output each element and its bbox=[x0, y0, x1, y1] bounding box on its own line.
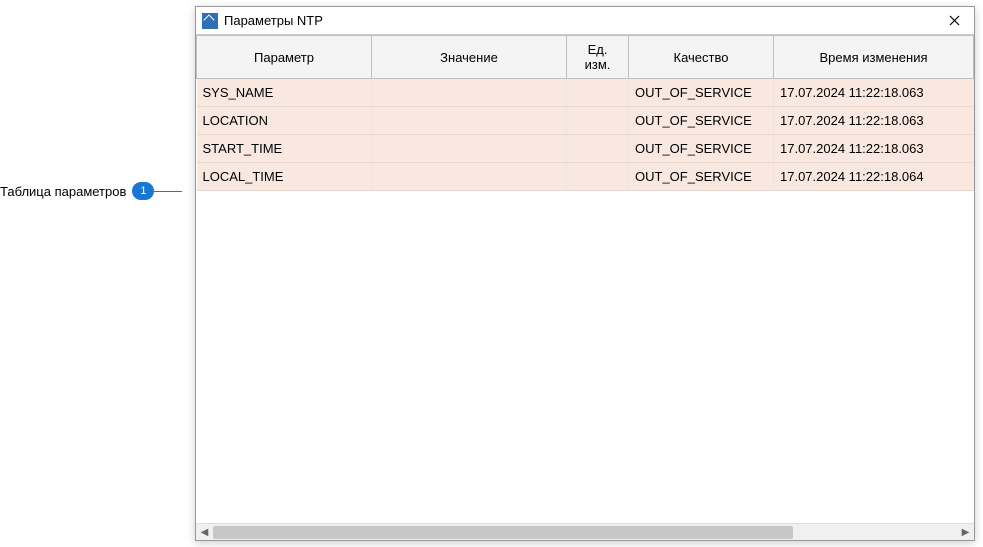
cell-param: LOCATION bbox=[197, 107, 372, 135]
cell-time: 17.07.2024 11:22:18.063 bbox=[774, 79, 974, 107]
cell-time: 17.07.2024 11:22:18.063 bbox=[774, 135, 974, 163]
scrollbar-track[interactable] bbox=[213, 524, 957, 540]
annotation-callout: Таблица параметров 1 bbox=[0, 182, 182, 200]
scroll-left-arrow-icon[interactable]: ◀ bbox=[196, 524, 213, 540]
cell-value bbox=[372, 79, 567, 107]
cell-unit bbox=[567, 135, 629, 163]
parameters-table: Параметр Значение Ед. изм. Качество Врем… bbox=[196, 35, 974, 191]
annotation-label: Таблица параметров bbox=[0, 184, 126, 199]
cell-value bbox=[372, 163, 567, 191]
cell-quality: OUT_OF_SERVICE bbox=[629, 135, 774, 163]
table-header-row: Параметр Значение Ед. изм. Качество Врем… bbox=[197, 36, 974, 79]
cell-param: START_TIME bbox=[197, 135, 372, 163]
close-button[interactable] bbox=[934, 7, 974, 34]
scrollbar-thumb[interactable] bbox=[213, 526, 793, 539]
cell-unit bbox=[567, 79, 629, 107]
table-row[interactable]: SYS_NAME OUT_OF_SERVICE17.07.2024 11:22:1… bbox=[197, 79, 974, 107]
col-header-time[interactable]: Время изменения bbox=[774, 36, 974, 79]
annotation-badge: 1 bbox=[132, 182, 154, 200]
cell-time: 17.07.2024 11:22:18.064 bbox=[774, 163, 974, 191]
ntp-parameters-window: Параметры NTP Параметр Значение Ед. изм.… bbox=[195, 6, 975, 541]
table-row[interactable]: LOCAL_TIME OUT_OF_SERVICE17.07.2024 11:22… bbox=[197, 163, 974, 191]
titlebar[interactable]: Параметры NTP bbox=[196, 7, 974, 35]
col-header-quality[interactable]: Качество bbox=[629, 36, 774, 79]
close-icon bbox=[949, 15, 960, 26]
col-header-value[interactable]: Значение bbox=[372, 36, 567, 79]
table-empty-area bbox=[196, 191, 974, 523]
scroll-right-arrow-icon[interactable]: ▶ bbox=[957, 524, 974, 540]
cell-value bbox=[372, 135, 567, 163]
cell-unit bbox=[567, 107, 629, 135]
cell-quality: OUT_OF_SERVICE bbox=[629, 163, 774, 191]
parameters-table-wrap: Параметр Значение Ед. изм. Качество Врем… bbox=[196, 35, 974, 540]
cell-quality: OUT_OF_SERVICE bbox=[629, 79, 774, 107]
cell-param: SYS_NAME bbox=[197, 79, 372, 107]
col-header-param[interactable]: Параметр bbox=[197, 36, 372, 79]
horizontal-scrollbar[interactable]: ◀ ▶ bbox=[196, 523, 974, 540]
col-header-unit[interactable]: Ед. изм. bbox=[567, 36, 629, 79]
cell-quality: OUT_OF_SERVICE bbox=[629, 107, 774, 135]
cell-param: LOCAL_TIME bbox=[197, 163, 372, 191]
app-icon bbox=[202, 13, 218, 29]
cell-time: 17.07.2024 11:22:18.063 bbox=[774, 107, 974, 135]
table-row[interactable]: START_TIME OUT_OF_SERVICE17.07.2024 11:22… bbox=[197, 135, 974, 163]
annotation-connector bbox=[154, 191, 182, 192]
table-body-rows: SYS_NAMEOUT_OF_SERVICE17.07.2024 11:22:1… bbox=[197, 79, 974, 191]
window-title: Параметры NTP bbox=[224, 13, 934, 28]
table-row[interactable]: LOCATION OUT_OF_SERVICE17.07.2024 11:22:1… bbox=[197, 107, 974, 135]
cell-value bbox=[372, 107, 567, 135]
cell-unit bbox=[567, 163, 629, 191]
